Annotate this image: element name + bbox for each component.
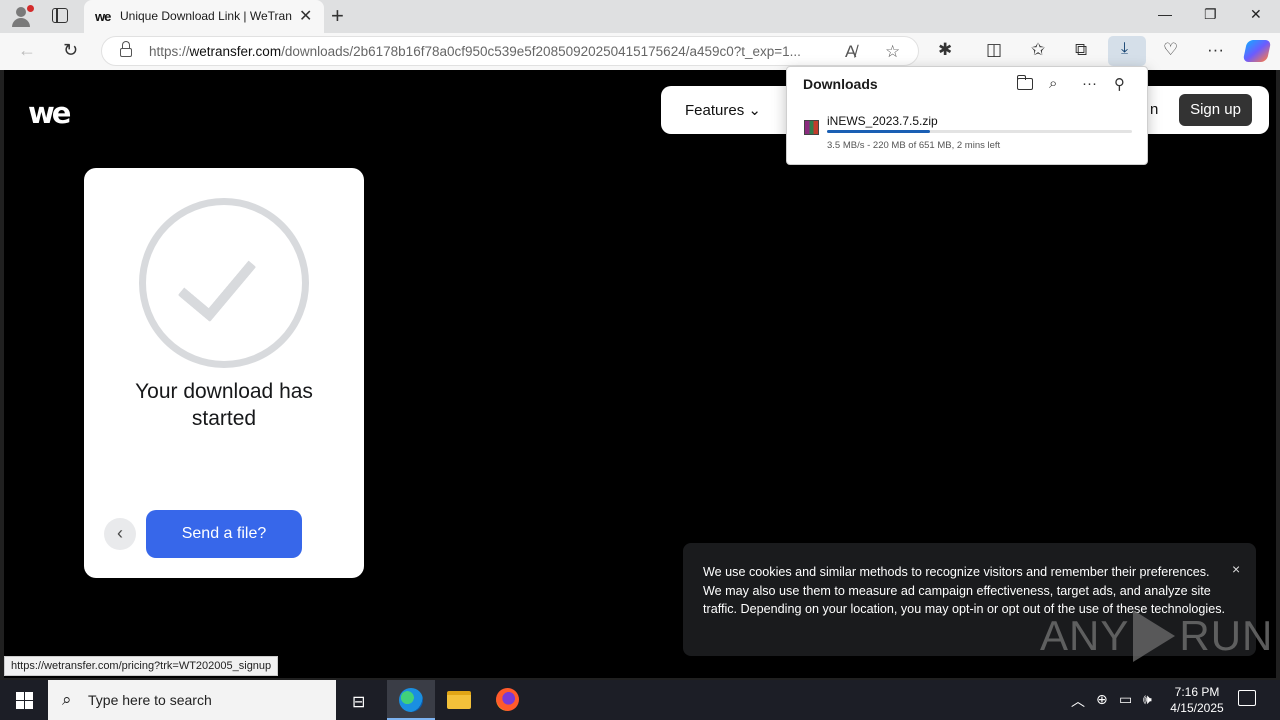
favorite-star-icon[interactable]: ☆ bbox=[885, 42, 900, 62]
windows-taskbar: ⌕ Type here to search ⊟ ︿ ⊕ ▭ 🕪 7:16 PM … bbox=[0, 680, 1280, 720]
cookie-close-icon[interactable]: × bbox=[1232, 561, 1240, 577]
window-close-icon[interactable]: ✕ bbox=[1250, 6, 1262, 23]
volume-icon[interactable]: 🕪 bbox=[1143, 691, 1152, 708]
extensions-icon[interactable]: ✱ bbox=[938, 40, 952, 60]
status-bar-url: https://wetransfer.com/pricing?trk=WT202… bbox=[4, 656, 279, 676]
tab-actions-icon[interactable] bbox=[52, 8, 68, 23]
tab-title: Unique Download Link | WeTransfer bbox=[120, 9, 292, 23]
network-icon[interactable]: ▭ bbox=[1119, 691, 1132, 708]
send-file-button[interactable]: Send a file? bbox=[146, 510, 302, 558]
download-started-card: Your download has started ‹ Send a file? bbox=[84, 168, 364, 578]
taskbar-clock[interactable]: 7:16 PM 4/15/2025 bbox=[1166, 684, 1228, 716]
new-tab-plus-icon[interactable]: + bbox=[331, 3, 344, 29]
taskbar-firefox[interactable] bbox=[483, 680, 531, 720]
address-bar[interactable]: https://wetransfer.com/downloads/2b6178b… bbox=[101, 36, 919, 66]
favorites-icon[interactable]: ✩ bbox=[1031, 40, 1045, 60]
tray-chevron-up-icon[interactable]: ︿ bbox=[1071, 691, 1085, 711]
chevron-down-icon: ⌄ bbox=[748, 102, 761, 119]
wetransfer-logo[interactable]: we bbox=[28, 96, 72, 130]
downloads-title: Downloads bbox=[803, 76, 878, 92]
browser-essentials-icon[interactable]: ♡ bbox=[1163, 40, 1178, 60]
toolbar: ← ↻ https://wetransfer.com/downloads/2b6… bbox=[0, 33, 1280, 70]
collections-icon[interactable]: ⧉ bbox=[1075, 40, 1087, 60]
restore-icon[interactable]: ❐ bbox=[1204, 6, 1217, 23]
copilot-icon[interactable] bbox=[1242, 40, 1272, 62]
settings-more-icon[interactable]: ··· bbox=[1207, 40, 1224, 60]
search-icon: ⌕ bbox=[62, 690, 72, 709]
lock-icon[interactable] bbox=[120, 41, 132, 57]
nav-features[interactable]: Features ⌄ bbox=[685, 101, 761, 119]
file-explorer-icon bbox=[447, 691, 471, 709]
notifications-icon[interactable] bbox=[1238, 690, 1256, 706]
signup-button[interactable]: Sign up bbox=[1179, 94, 1252, 126]
anyrun-watermark: ANY RUN bbox=[1040, 610, 1273, 662]
download-arrow-icon: ⤓ bbox=[1121, 40, 1129, 57]
refresh-icon[interactable]: ↻ bbox=[63, 40, 78, 61]
winrar-archive-icon bbox=[804, 120, 819, 135]
clock-time: 7:16 PM bbox=[1174, 685, 1220, 699]
pin-icon[interactable]: ⚲ bbox=[1114, 75, 1125, 93]
read-aloud-icon[interactable]: A̸ bbox=[845, 42, 856, 62]
taskbar-edge[interactable] bbox=[387, 680, 435, 720]
checkmark-circle-icon bbox=[139, 198, 309, 368]
chevron-left-icon: ‹ bbox=[117, 523, 123, 543]
downloads-flyout: Downloads ⌕ ··· ⚲ iNEWS_2023.7.5.zip 3.5… bbox=[786, 66, 1148, 165]
download-file-name[interactable]: iNEWS_2023.7.5.zip bbox=[827, 114, 938, 128]
tab-close-icon[interactable]: ✕ bbox=[299, 6, 312, 26]
taskbar-search-placeholder: Type here to search bbox=[88, 692, 212, 708]
downloads-button[interactable]: ⤓ bbox=[1108, 36, 1146, 66]
play-icon bbox=[1133, 610, 1176, 662]
split-screen-icon[interactable]: ◫ bbox=[986, 40, 1002, 60]
nav-login[interactable]: n bbox=[1150, 101, 1158, 118]
open-folder-icon[interactable] bbox=[1016, 75, 1033, 90]
back-button[interactable]: ‹ bbox=[104, 518, 136, 550]
clock-date: 4/15/2025 bbox=[1170, 701, 1224, 715]
edge-icon bbox=[399, 688, 423, 712]
back-arrow-icon[interactable]: ← bbox=[18, 40, 36, 61]
firefox-icon bbox=[496, 688, 519, 711]
windows-start-icon[interactable] bbox=[16, 692, 33, 709]
taskbar-search[interactable]: ⌕ Type here to search bbox=[48, 680, 336, 720]
search-downloads-icon[interactable]: ⌕ bbox=[1049, 75, 1057, 92]
more-options-icon[interactable]: ··· bbox=[1082, 75, 1097, 92]
card-title: Your download has started bbox=[135, 380, 313, 430]
tab-strip: we Unique Download Link | WeTransfer ✕ +… bbox=[0, 0, 1280, 33]
minimize-icon[interactable]: — bbox=[1158, 6, 1172, 22]
tray-device-icon[interactable]: ⊕ bbox=[1096, 691, 1108, 708]
url-text[interactable]: https://wetransfer.com/downloads/2b6178b… bbox=[149, 44, 834, 59]
tab-wetransfer[interactable]: we Unique Download Link | WeTransfer ✕ bbox=[84, 0, 324, 33]
download-progress-bar bbox=[827, 130, 1132, 133]
task-view-icon[interactable]: ⊟ bbox=[352, 692, 365, 712]
wetransfer-favicon-icon: we bbox=[95, 9, 111, 24]
profile-avatar-icon[interactable] bbox=[8, 4, 34, 30]
download-detail: 3.5 MB/s - 220 MB of 651 MB, 2 mins left bbox=[827, 140, 1001, 151]
taskbar-file-explorer[interactable] bbox=[435, 680, 483, 720]
